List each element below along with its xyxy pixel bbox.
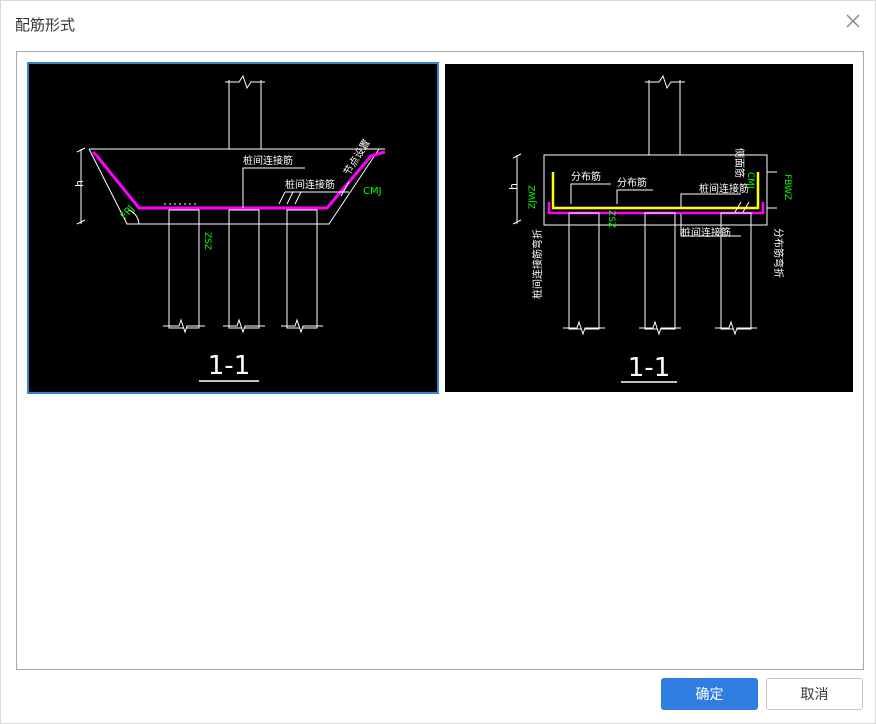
rebar-option-2[interactable]: h ZJWZ 桩间连接筋弯折 分布筋 分布筋 桩间连接筋 桩间连接筋 侧面筋 C… bbox=[445, 64, 853, 392]
label-cm: CMJ bbox=[363, 186, 382, 197]
label-dist1: 分布筋 bbox=[571, 170, 601, 183]
rebar-diagram-2: h ZJWZ 桩间连接筋弯折 分布筋 分布筋 桩间连接筋 桩间连接筋 侧面筋 C… bbox=[507, 74, 792, 383]
label-between-pile-b: 桩间连接筋 bbox=[699, 182, 749, 195]
close-icon[interactable] bbox=[843, 11, 863, 31]
label-fbwz: FBWZ bbox=[782, 174, 792, 200]
rebar-diagram-1: h 桩间连接筋 桩间连接筋 CMJ 节点设置 FPJ ZSZ 1-1 bbox=[73, 74, 386, 382]
label-between-pile-2: 桩间连接筋 bbox=[285, 178, 335, 191]
dialog-title: 配筋形式 bbox=[15, 16, 76, 34]
label-side: 侧面筋 bbox=[733, 148, 746, 178]
label-zjwz: ZJWZ bbox=[528, 185, 538, 209]
label-between-pile-bottom: 桩间连接筋 bbox=[681, 226, 731, 239]
label-zs-2: ZSZ bbox=[606, 210, 616, 228]
cancel-button[interactable]: 取消 bbox=[766, 678, 863, 710]
section-label-2: 1-1 bbox=[628, 353, 670, 383]
label-h: h bbox=[73, 180, 86, 187]
label-cmj: CMJ bbox=[745, 172, 755, 189]
label-dist-bend: 分布筋弯折 bbox=[772, 228, 785, 278]
label-dist2: 分布筋 bbox=[617, 176, 647, 189]
label-zs: ZSZ bbox=[202, 232, 212, 250]
section-label-1: 1-1 bbox=[208, 351, 250, 381]
ok-button[interactable]: 确定 bbox=[661, 678, 758, 710]
label-pile-bend: 桩间连接筋弯折 bbox=[531, 229, 544, 299]
rebar-option-1[interactable]: h 桩间连接筋 桩间连接筋 CMJ 节点设置 FPJ ZSZ 1-1 bbox=[27, 62, 439, 394]
rebar-form-dialog: 配筋形式 h 桩间连接筋 桩间连接筋 CMJ 节点设置 FPJ ZSZ 1-1 … bbox=[0, 0, 876, 724]
label-between-pile: 桩间连接筋 bbox=[243, 154, 293, 167]
options-panel: h 桩间连接筋 桩间连接筋 CMJ 节点设置 FPJ ZSZ 1-1 h ZJW… bbox=[16, 51, 864, 670]
label-h-2: h bbox=[507, 183, 520, 190]
